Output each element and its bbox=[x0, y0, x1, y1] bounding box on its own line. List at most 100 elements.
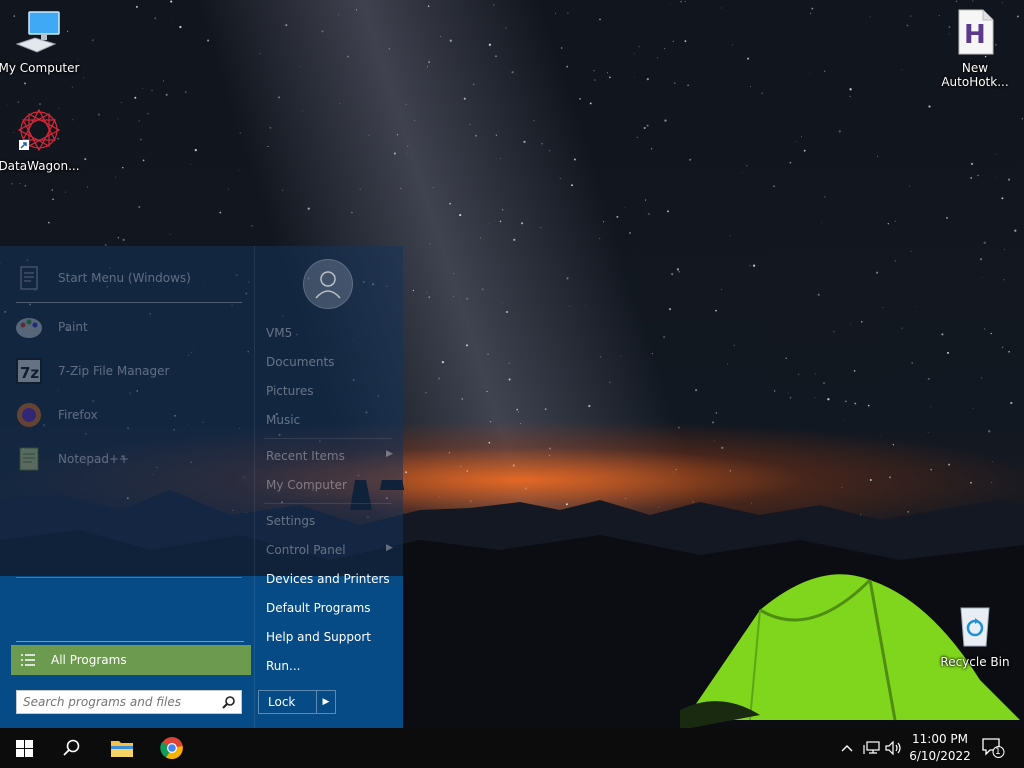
star bbox=[135, 5, 138, 8]
desktop-icon-recycle-bin[interactable]: Recycle Bin bbox=[933, 602, 1017, 669]
tray-volume[interactable] bbox=[884, 728, 904, 768]
tray-overflow-button[interactable] bbox=[838, 728, 856, 768]
right-item-run[interactable]: Run... bbox=[266, 659, 300, 673]
star bbox=[789, 161, 792, 164]
star bbox=[894, 220, 896, 222]
pinned-item-paint[interactable]: Paint bbox=[14, 311, 244, 343]
star bbox=[945, 216, 949, 219]
desktop-icon-label: My Computer bbox=[0, 61, 80, 75]
search-input[interactable] bbox=[17, 691, 225, 713]
star bbox=[488, 441, 491, 444]
star bbox=[84, 158, 87, 161]
star bbox=[589, 102, 592, 105]
star bbox=[894, 259, 897, 262]
pinned-item-label: 7-Zip File Manager bbox=[58, 364, 170, 378]
all-programs-button[interactable]: All Programs bbox=[11, 645, 251, 675]
star bbox=[406, 153, 408, 154]
star bbox=[179, 25, 182, 29]
desktop-icon-label: New AutoHotk... bbox=[941, 61, 1009, 89]
monitor-icon bbox=[15, 11, 60, 53]
windows-start-icon bbox=[15, 739, 33, 757]
star bbox=[680, 0, 682, 3]
star bbox=[487, 353, 489, 356]
clock-time: 11:00 PM bbox=[912, 732, 968, 746]
firefox-icon bbox=[17, 403, 41, 427]
right-item-recent-items[interactable]: Recent Items ▶ bbox=[266, 449, 393, 463]
lock-button[interactable]: Lock bbox=[259, 695, 316, 709]
star bbox=[843, 419, 844, 421]
right-item-settings[interactable]: Settings bbox=[266, 514, 315, 528]
desktop-icon-label: Recycle Bin bbox=[940, 655, 1010, 669]
pinned-item-firefox[interactable]: Firefox bbox=[14, 399, 244, 431]
desktop-icon-autohotkey[interactable]: H New AutoHotk... bbox=[933, 8, 1017, 89]
star bbox=[162, 80, 165, 82]
user-avatar[interactable] bbox=[303, 259, 353, 309]
right-item-documents[interactable]: Documents bbox=[266, 355, 334, 369]
star bbox=[798, 373, 800, 375]
star bbox=[634, 53, 635, 55]
right-item-music[interactable]: Music bbox=[266, 413, 300, 427]
all-programs-label: All Programs bbox=[51, 653, 127, 667]
taskbar-clock[interactable]: 11:00 PM 6/10/2022 bbox=[906, 731, 974, 765]
star bbox=[405, 103, 407, 106]
star bbox=[560, 47, 563, 49]
lock-options-arrow-icon[interactable]: ▶ bbox=[317, 697, 335, 707]
right-item-vm5[interactable]: VM5 bbox=[266, 326, 292, 340]
star bbox=[65, 191, 67, 193]
desktop-icon-label: DataWagon... bbox=[0, 159, 80, 173]
star bbox=[988, 430, 991, 433]
star bbox=[463, 97, 466, 100]
taskbar-chrome[interactable] bbox=[148, 728, 196, 768]
star bbox=[400, 187, 402, 189]
right-item-pictures[interactable]: Pictures bbox=[266, 384, 314, 398]
star bbox=[599, 18, 601, 21]
star bbox=[909, 185, 911, 187]
star bbox=[983, 241, 986, 244]
star bbox=[915, 306, 916, 308]
star bbox=[1010, 401, 1013, 405]
search-box[interactable] bbox=[16, 690, 242, 714]
right-item-control-panel[interactable]: Control Panel ▶ bbox=[266, 543, 393, 557]
file-explorer-icon bbox=[111, 741, 133, 757]
star bbox=[629, 232, 631, 234]
right-item-help-and-support[interactable]: Help and Support bbox=[266, 630, 371, 644]
star bbox=[138, 120, 141, 122]
tray-network[interactable] bbox=[861, 728, 881, 768]
star bbox=[120, 102, 122, 104]
star bbox=[501, 209, 504, 211]
star bbox=[523, 140, 526, 143]
star bbox=[647, 212, 650, 216]
star bbox=[1016, 15, 1019, 18]
notification-center-button[interactable]: 1 bbox=[980, 728, 1006, 768]
star bbox=[469, 123, 471, 125]
star bbox=[941, 333, 944, 336]
star bbox=[927, 432, 929, 433]
desktop-icon-datawagon[interactable]: DataWagon... bbox=[0, 106, 81, 173]
star bbox=[321, 30, 324, 33]
star bbox=[646, 124, 649, 127]
star bbox=[972, 407, 974, 409]
star bbox=[1001, 197, 1004, 200]
right-item-default-programs[interactable]: Default Programs bbox=[266, 601, 371, 615]
star bbox=[207, 39, 210, 42]
star bbox=[880, 435, 881, 436]
pinned-item-7zip[interactable]: 7z 7-Zip File Manager bbox=[14, 355, 244, 387]
star bbox=[548, 447, 552, 450]
star bbox=[24, 82, 26, 85]
star bbox=[359, 188, 361, 190]
pinned-item-notepadpp[interactable]: Notepad++ bbox=[14, 443, 244, 475]
star bbox=[787, 392, 789, 394]
star bbox=[853, 370, 856, 372]
star bbox=[97, 113, 101, 116]
star bbox=[511, 71, 514, 74]
right-item-devices-and-printers[interactable]: Devices and Printers bbox=[266, 572, 390, 586]
taskbar-file-explorer[interactable] bbox=[98, 728, 146, 768]
right-item-my-computer[interactable]: My Computer bbox=[266, 478, 347, 492]
windows-start-button[interactable] bbox=[0, 728, 48, 768]
pinned-separator bbox=[16, 577, 242, 578]
taskbar-search-button[interactable] bbox=[48, 728, 96, 768]
desktop-icon-my-computer[interactable]: My Computer bbox=[0, 8, 81, 75]
star bbox=[282, 189, 284, 191]
star bbox=[413, 119, 416, 122]
star bbox=[388, 48, 391, 50]
